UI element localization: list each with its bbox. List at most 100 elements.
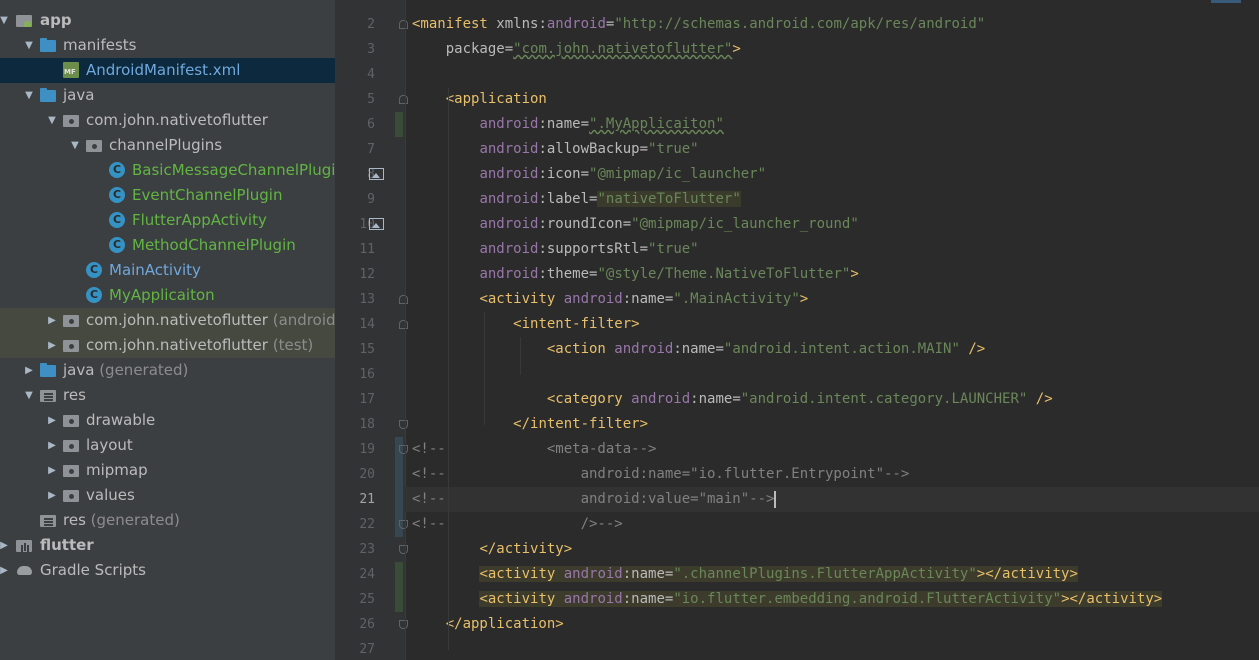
change-marker[interactable] bbox=[395, 587, 403, 612]
code-line[interactable]: </application> bbox=[412, 612, 564, 637]
fold-marker-icon[interactable] bbox=[399, 295, 408, 304]
code-line[interactable]: package="com.john.nativetoflutter"> bbox=[412, 37, 741, 62]
change-marker[interactable] bbox=[395, 562, 403, 587]
tree-item[interactable]: C MethodChannelPlugin bbox=[0, 233, 335, 258]
tree-item[interactable]: ▶ Gradle Scripts bbox=[0, 558, 335, 583]
tree-item[interactable]: C MainActivity bbox=[0, 258, 335, 283]
code-editor[interactable]: 2 3 4 5 6 7 8 9 10 11 12 13 14 15 16 17 18 19 20 21 22 23 24 25… bbox=[335, 0, 1259, 660]
collapse-arrow-icon[interactable]: ▶ bbox=[46, 408, 58, 433]
fold-marker-icon[interactable] bbox=[399, 420, 408, 429]
code-token: "true" bbox=[648, 141, 699, 157]
image-preview-icon[interactable] bbox=[369, 218, 384, 230]
code-token: android bbox=[614, 341, 674, 357]
fold-marker-icon[interactable] bbox=[399, 20, 408, 29]
code-token: android bbox=[479, 116, 539, 132]
collapse-arrow-icon[interactable]: ▶ bbox=[46, 308, 58, 333]
tree-item[interactable]: ▶ mipmap bbox=[0, 458, 335, 483]
tree-item[interactable]: AndroidManifest.xml bbox=[0, 58, 335, 83]
code-line[interactable]: android:label="nativeToFlutter" bbox=[412, 187, 741, 212]
code-token: android bbox=[546, 16, 606, 32]
line-number: 21 bbox=[359, 492, 375, 507]
code-line[interactable]: <!-- android:value="main"--> bbox=[405, 487, 1259, 512]
tree-item[interactable]: C EventChannelPlugin bbox=[0, 183, 335, 208]
code-line[interactable]: <manifest xmlns:android="http://schemas.… bbox=[412, 12, 985, 37]
package-folder-icon bbox=[63, 488, 79, 503]
fold-marker-icon[interactable] bbox=[399, 620, 408, 629]
expand-arrow-icon[interactable]: ▼ bbox=[23, 83, 35, 108]
collapse-arrow-icon[interactable]: ▶ bbox=[0, 533, 10, 558]
tree-item[interactable]: ▶ values bbox=[0, 483, 335, 508]
code-line[interactable]: <activity android:name=".channelPlugins.… bbox=[412, 562, 1078, 587]
tree-item[interactable]: ▶ com.john.nativetoflutter (test) bbox=[0, 333, 335, 358]
collapse-arrow-icon[interactable]: ▶ bbox=[23, 358, 35, 383]
code-line[interactable]: android:icon="@mipmap/ic_launcher" bbox=[412, 162, 766, 187]
code-token: :theme= bbox=[538, 266, 598, 282]
expand-arrow-icon[interactable]: ▼ bbox=[0, 8, 10, 33]
fold-marker-icon[interactable] bbox=[399, 320, 408, 329]
tree-item[interactable]: ▶ flutter bbox=[0, 533, 335, 558]
code-token: "@mipmap/ic_launcher" bbox=[589, 166, 767, 182]
code-token: > bbox=[799, 291, 809, 307]
tree-item[interactable]: ▶ drawable bbox=[0, 408, 335, 433]
code-token: /> bbox=[968, 341, 986, 357]
code-token: ".MyApplicaiton" bbox=[589, 116, 724, 132]
change-marker[interactable] bbox=[395, 112, 403, 137]
code-line[interactable]: android:supportsRtl="true" bbox=[412, 237, 698, 262]
expand-arrow-icon[interactable]: ▼ bbox=[23, 383, 35, 408]
code-line[interactable]: <activity android:name=".MainActivity"> bbox=[412, 287, 808, 312]
collapse-arrow-icon[interactable]: ▶ bbox=[46, 433, 58, 458]
collapse-arrow-icon[interactable]: ▶ bbox=[46, 458, 58, 483]
collapse-arrow-icon[interactable]: ▶ bbox=[46, 483, 58, 508]
scrollbar-marker[interactable] bbox=[1211, 0, 1241, 3]
tree-item[interactable]: C FlutterAppActivity bbox=[0, 208, 335, 233]
indent-guide bbox=[520, 337, 521, 375]
tree-item[interactable]: ▶ java (generated) bbox=[0, 358, 335, 383]
code-line[interactable]: android:theme="@style/Theme.NativeToFlut… bbox=[412, 262, 858, 287]
code-line[interactable]: android:name=".MyApplicaiton" bbox=[412, 112, 724, 137]
code-line[interactable]: </activity> bbox=[412, 537, 572, 562]
tree-item[interactable]: C MyApplicaiton bbox=[0, 283, 335, 308]
tree-item[interactable]: ▶ layout bbox=[0, 433, 335, 458]
code-line[interactable]: <!-- />--> bbox=[412, 512, 623, 537]
expand-arrow-icon[interactable]: ▼ bbox=[69, 133, 81, 158]
tree-item[interactable]: ▼ com.john.nativetoflutter bbox=[0, 108, 335, 133]
tree-item[interactable]: ▶ com.john.nativetoflutter (androidT bbox=[0, 308, 335, 333]
code-line[interactable]: android:roundIcon="@mipmap/ic_launcher_r… bbox=[412, 212, 858, 237]
project-tree-panel: ▼ app ▼ manifests AndroidManifest.xml ▼ java ▼ c… bbox=[0, 0, 335, 660]
tree-item[interactable]: ▼ res bbox=[0, 383, 335, 408]
fold-marker-icon[interactable] bbox=[399, 545, 408, 554]
expand-arrow-icon[interactable]: ▼ bbox=[46, 108, 58, 133]
line-number: 15 bbox=[359, 342, 375, 357]
code-line[interactable]: android:allowBackup="true" bbox=[412, 137, 699, 162]
collapse-arrow-icon[interactable]: ▶ bbox=[46, 333, 58, 358]
code-token: android bbox=[479, 216, 539, 232]
code-line[interactable]: <intent-filter> bbox=[412, 312, 639, 337]
fold-marker-icon[interactable] bbox=[399, 95, 408, 104]
code-token: :name= bbox=[622, 591, 674, 607]
tree-item[interactable]: ▼ java bbox=[0, 83, 335, 108]
image-preview-icon[interactable] bbox=[369, 168, 384, 180]
tree-item-label: MainActivity bbox=[109, 261, 201, 279]
tree-item[interactable]: res (generated) bbox=[0, 508, 335, 533]
tree-item[interactable]: ▼ app bbox=[0, 8, 335, 33]
code-line[interactable]: <action android:name="android.intent.act… bbox=[412, 337, 985, 362]
tree-item[interactable]: ▼ manifests bbox=[0, 33, 335, 58]
expand-arrow-icon[interactable]: ▼ bbox=[23, 33, 35, 58]
tree-item-label: app bbox=[40, 11, 72, 29]
line-number: 20 bbox=[359, 467, 375, 482]
change-marker[interactable] bbox=[395, 487, 403, 512]
code-line[interactable]: <!-- android:name="io.flutter.Entrypoint… bbox=[412, 462, 909, 487]
code-line[interactable]: <application bbox=[412, 87, 547, 112]
change-marker[interactable] bbox=[395, 462, 403, 487]
collapse-arrow-icon[interactable]: ▶ bbox=[0, 558, 10, 583]
tree-item[interactable]: ▼ channelPlugins bbox=[0, 133, 335, 158]
fold-marker-icon[interactable] bbox=[399, 520, 408, 529]
code-line[interactable]: <activity android:name="io.flutter.embed… bbox=[412, 587, 1163, 612]
tree-item[interactable]: C BasicMessageChannelPlugin bbox=[0, 158, 335, 183]
code-line[interactable]: <category android:name="android.intent.c… bbox=[412, 387, 1053, 412]
fold-marker-icon[interactable] bbox=[399, 445, 408, 454]
